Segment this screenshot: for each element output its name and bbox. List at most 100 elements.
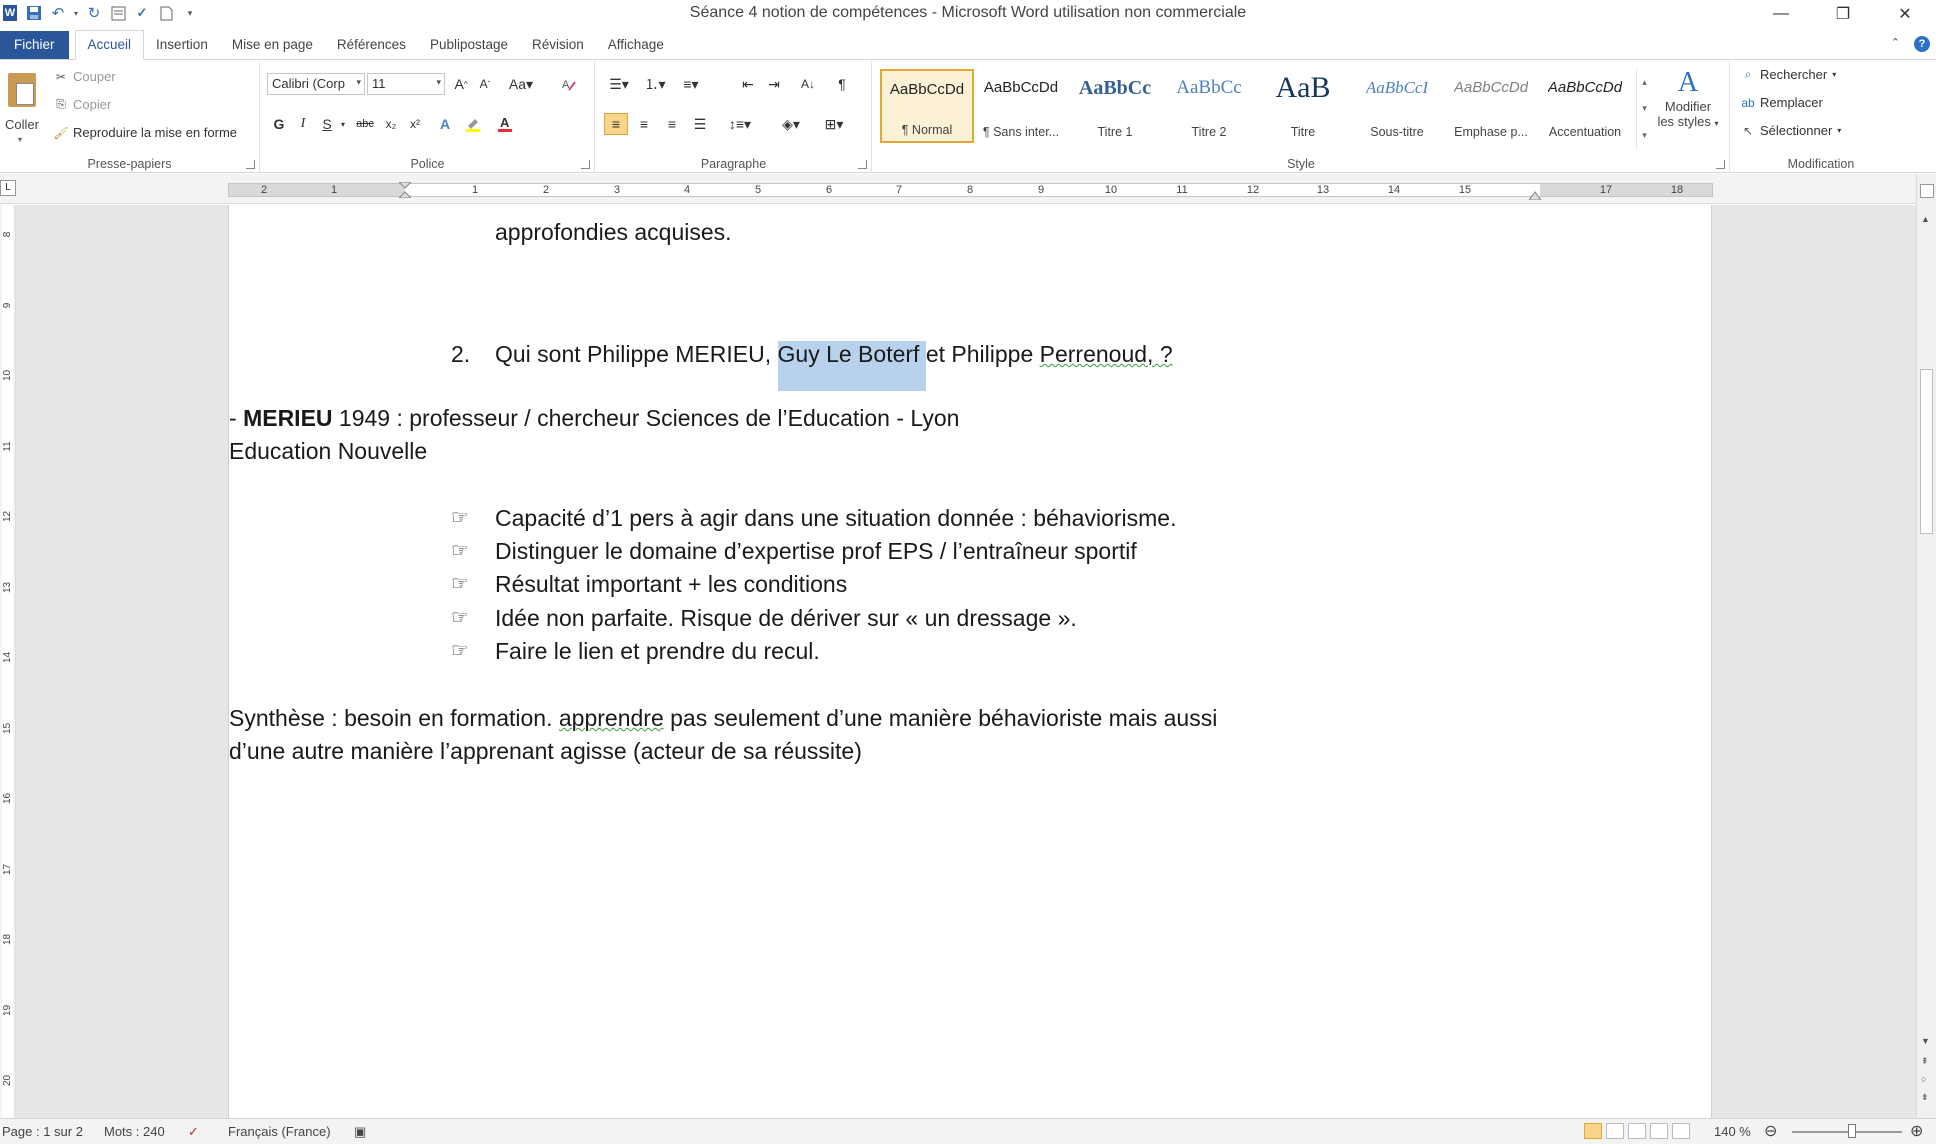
sort-icon[interactable]: A↓ xyxy=(796,73,820,95)
clear-formatting-icon[interactable]: A xyxy=(557,73,581,95)
browse-object-icon[interactable]: ○ xyxy=(1921,1074,1926,1084)
italic-button[interactable]: I xyxy=(291,113,315,135)
font-color-icon[interactable]: A xyxy=(493,113,517,135)
shrink-font-icon[interactable]: Aˇ xyxy=(473,73,497,95)
copy-button[interactable]: ⎘ Copier xyxy=(54,97,111,112)
tab-view[interactable]: Affichage xyxy=(596,31,676,59)
horizontal-ruler[interactable]: 2 1 1 2 3 4 5 6 7 8 9 10 11 12 13 14 15 … xyxy=(228,181,1713,201)
borders-icon[interactable]: ⊞▾ xyxy=(818,113,850,135)
justify-icon[interactable]: ☰ xyxy=(688,113,712,135)
strikethrough-button[interactable]: abc xyxy=(353,113,377,135)
gallery-down-icon[interactable]: ▾ xyxy=(1642,103,1647,114)
merieu-line-2[interactable]: Education Nouvelle xyxy=(229,438,427,465)
minimize-ribbon-icon[interactable]: ⌃ xyxy=(1891,36,1900,52)
proofing-icon[interactable]: ✓ xyxy=(188,1124,199,1140)
bold-button[interactable]: G xyxy=(267,113,291,135)
zoom-slider-thumb[interactable] xyxy=(1848,1124,1856,1138)
line-spacing-icon[interactable]: ↕≡▾ xyxy=(724,113,756,135)
paragraph-launcher-icon[interactable] xyxy=(858,160,867,169)
style-title[interactable]: AaB Titre xyxy=(1256,69,1350,143)
paragraph-approfondies[interactable]: approfondies acquises. xyxy=(495,219,732,246)
find-button[interactable]: ⌕ Rechercher ▾ xyxy=(1741,67,1837,82)
clipboard-launcher-icon[interactable] xyxy=(246,160,255,169)
minimize-icon[interactable]: — xyxy=(1750,0,1812,28)
next-page-icon[interactable]: ⇟ xyxy=(1921,1092,1929,1103)
grammar-flagged-text[interactable]: Perrenoud, ? xyxy=(1040,341,1173,367)
cut-button[interactable]: ✂ Couper xyxy=(54,69,116,84)
bullet-item[interactable]: Capacité d’1 pers à agir dans une situat… xyxy=(495,505,1177,532)
merieu-line-1[interactable]: - MERIEU 1949 : professeur / chercheur S… xyxy=(229,405,959,432)
style-heading-2[interactable]: AaBbCc Titre 2 xyxy=(1162,69,1256,143)
right-indent-marker-icon[interactable] xyxy=(1528,188,1542,201)
zoom-out-icon[interactable]: ⊖ xyxy=(1764,1121,1777,1141)
replace-button[interactable]: ab Remplacer xyxy=(1741,95,1823,110)
selected-text[interactable]: Guy Le Boterf xyxy=(777,341,926,391)
tab-mailings[interactable]: Publipostage xyxy=(418,31,520,59)
vertical-scrollbar[interactable]: ▲ ▼ ⇞ ○ ⇟ xyxy=(1916,174,1936,1118)
font-size-dropdown[interactable]: 11 ▾ xyxy=(367,73,445,95)
underline-dropdown-icon[interactable]: ▾ xyxy=(337,113,349,135)
page-count[interactable]: Page : 1 sur 2 xyxy=(2,1124,83,1139)
style-emphasis[interactable]: AaBbCcDd Accentuation xyxy=(1538,69,1632,143)
tab-file[interactable]: Fichier xyxy=(0,31,69,59)
full-screen-reading-icon[interactable] xyxy=(1606,1123,1624,1139)
grammar-flagged-text[interactable]: apprendre xyxy=(559,705,664,731)
align-center-icon[interactable]: ≡ xyxy=(632,113,656,135)
style-subtle-emphasis[interactable]: AaBbCcDd Emphase p... xyxy=(1444,69,1538,143)
scrollbar-thumb[interactable] xyxy=(1920,369,1933,534)
bullets-icon[interactable]: ☰▾ xyxy=(604,73,634,95)
web-layout-icon[interactable] xyxy=(1628,1123,1646,1139)
word-count[interactable]: Mots : 240 xyxy=(104,1124,165,1139)
document-page[interactable]: approfondies acquises. 2. Qui sont Phili… xyxy=(228,205,1712,1118)
tab-home[interactable]: Accueil xyxy=(74,30,145,60)
synthesis-line-2[interactable]: d’une autre manière l’apprenant agisse (… xyxy=(229,738,862,765)
zoom-in-icon[interactable]: ⊕ xyxy=(1910,1121,1923,1141)
show-formatting-marks-icon[interactable]: ¶ xyxy=(830,73,854,95)
style-heading-1[interactable]: AaBbCc Titre 1 xyxy=(1068,69,1162,143)
styles-launcher-icon[interactable] xyxy=(1716,160,1725,169)
multilevel-list-icon[interactable]: ≡▾ xyxy=(676,73,706,95)
tab-page-layout[interactable]: Mise en page xyxy=(220,31,325,59)
style-gallery-scroll[interactable]: ▴ ▾ ▾ xyxy=(1636,69,1652,149)
paste-button[interactable]: Coller ▾ xyxy=(2,65,42,155)
tab-insert[interactable]: Insertion xyxy=(144,31,220,59)
decrease-indent-icon[interactable]: ⇤ xyxy=(736,73,760,95)
align-left-icon[interactable]: ≡ xyxy=(604,113,628,135)
grow-font-icon[interactable]: A ^ xyxy=(449,73,473,95)
help-icon[interactable]: ? xyxy=(1914,36,1930,52)
gallery-more-icon[interactable]: ▾ xyxy=(1642,130,1647,141)
close-icon[interactable]: ✕ xyxy=(1874,0,1936,28)
font-name-dropdown[interactable]: Calibri (Corp ▾ xyxy=(267,73,365,95)
increase-indent-icon[interactable]: ⇥ xyxy=(762,73,786,95)
highlight-icon[interactable] xyxy=(461,113,485,135)
text-effects-icon[interactable]: A xyxy=(433,113,457,135)
question-2[interactable]: Qui sont Philippe MERIEU, Guy Le Boterf … xyxy=(495,341,1173,391)
style-no-spacing[interactable]: AaBbCcDd ¶ Sans inter... xyxy=(974,69,1068,143)
bullet-item[interactable]: Idée non parfaite. Risque de dériver sur… xyxy=(495,605,1077,632)
tab-review[interactable]: Révision xyxy=(520,31,596,59)
select-button[interactable]: ↖ Sélectionner ▾ xyxy=(1741,123,1841,138)
restore-icon[interactable]: ❐ xyxy=(1812,0,1874,28)
font-launcher-icon[interactable] xyxy=(581,160,590,169)
outline-view-icon[interactable] xyxy=(1650,1123,1668,1139)
tab-selector-icon[interactable]: L xyxy=(0,180,16,196)
language-indicator[interactable]: Français (France) xyxy=(228,1124,331,1139)
modify-styles-button[interactable]: A Modifier les styles ▾ xyxy=(1652,67,1724,153)
align-right-icon[interactable]: ≡ xyxy=(660,113,684,135)
shading-icon[interactable]: ◈▾ xyxy=(774,113,808,135)
underline-button[interactable]: S xyxy=(315,113,339,135)
scroll-down-icon[interactable]: ▼ xyxy=(1921,1036,1930,1046)
bullet-item[interactable]: Distinguer le domaine d’expertise prof E… xyxy=(495,538,1137,565)
bullet-item[interactable]: Résultat important + les conditions xyxy=(495,571,847,598)
synthesis-line-1[interactable]: Synthèse : besoin en formation. apprendr… xyxy=(229,705,1217,732)
print-layout-view-icon[interactable] xyxy=(1584,1123,1602,1139)
bullet-item[interactable]: Faire le lien et prendre du recul. xyxy=(495,638,820,665)
zoom-level[interactable]: 140 % xyxy=(1714,1124,1751,1139)
previous-page-icon[interactable]: ⇞ xyxy=(1921,1056,1929,1067)
format-painter-button[interactable]: 🖌 Reproduire la mise en forme xyxy=(53,125,237,140)
zoom-slider[interactable] xyxy=(1792,1131,1902,1133)
gallery-up-icon[interactable]: ▴ xyxy=(1642,77,1647,88)
change-case-icon[interactable]: Aa▾ xyxy=(505,73,537,95)
draft-view-icon[interactable] xyxy=(1672,1123,1690,1139)
superscript-button[interactable]: x² xyxy=(403,113,427,135)
